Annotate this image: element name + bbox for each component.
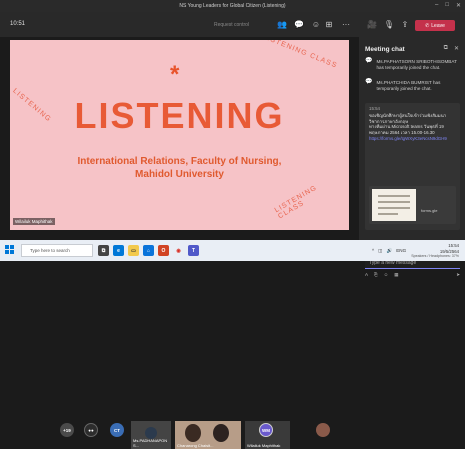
attach-icon[interactable]: ⎘ (374, 272, 378, 277)
participant-avatar-ct[interactable]: CT (110, 423, 124, 437)
window-controls: – □ ✕ (435, 2, 461, 9)
system-message-text: Ms.PHATCHIDA BUMRIST has temporarily joi… (376, 80, 441, 91)
slide-subtitle-line1: International Relations, Faculty of Nurs… (77, 156, 282, 167)
chat-join-icon: 💬 (365, 58, 373, 64)
chat-message-time: 15:54 (369, 106, 380, 111)
compose-toolbar: A ⎘ ☺ ▦ ➤ (365, 272, 460, 278)
reactions-icon[interactable]: ☺ (310, 19, 322, 30)
chat-message: 15:54 ขอเชิญนักศึกษาผู้สนใจเข้าร่วมฟังสั… (365, 103, 460, 230)
participant-name: Wilailuk Maphithak (247, 443, 281, 448)
meeting-toolbar: 10:51 Request control 👥 💬 ☺ ⊞ ··· 🎥 🎙 ⇪ … (0, 12, 465, 37)
slide-heading: LISTENING (74, 95, 285, 136)
chat-controls: ⧉ ✕ (444, 45, 459, 52)
chat-message-link[interactable]: https://forms.gle/tgWXyK3eNcsN9dGH9 (369, 136, 456, 142)
participants-icon[interactable]: 👥 (276, 19, 288, 30)
minimize-icon[interactable]: – (435, 2, 438, 9)
window-titlebar: NS Young Leaders for Global Citizen (Lis… (0, 0, 465, 12)
format-icon[interactable]: A (365, 272, 368, 277)
link-preview-card[interactable]: forms.gle (369, 186, 456, 224)
chrome-icon[interactable]: ◉ (173, 245, 184, 256)
slide-deco-top: LISTENING CLASS (261, 40, 339, 70)
participant-video-face (213, 424, 229, 442)
file-explorer-icon[interactable]: ▭ (128, 245, 139, 256)
audio-device-status: Speakers / Headphones: 37% (411, 254, 459, 258)
participant-avatar[interactable]: ●● (84, 423, 98, 437)
camera-icon[interactable]: 🎥 (366, 19, 378, 30)
slide-subtitle: International Relations, Faculty of Nurs… (10, 155, 349, 181)
clock[interactable]: 15:54 19/5/2564 Speakers / Headphones: 3… (411, 243, 459, 260)
system-tray: ^ ◫ 🔊 ENG (372, 248, 406, 254)
request-control-label[interactable]: Request control (214, 22, 249, 28)
system-message-text: Ms.PAPHATSORN SRIBOTHISOMBAT has tempora… (376, 59, 457, 70)
participant-tile[interactable]: Ms.PADHANAPON S... (131, 421, 171, 449)
microphone-icon[interactable]: 🎙 (383, 19, 395, 30)
asterisk-icon: * (170, 61, 180, 88)
maximize-icon[interactable]: □ (445, 2, 449, 9)
task-view-icon[interactable]: ⧉ (98, 245, 109, 256)
system-message: 💬 Ms.PAPHATSORN SRIBOTHISOMBAT has tempo… (365, 58, 460, 70)
more-actions-icon[interactable]: ··· (340, 19, 352, 30)
volume-icon[interactable]: 🔊 (387, 248, 393, 254)
slide-subtitle-line2: Mahidol University (135, 169, 224, 180)
participant-name: Chanarong Chaisit... (177, 443, 214, 448)
meeting-timer: 10:51 (10, 21, 26, 27)
participant-avatar-photo[interactable] (316, 423, 330, 437)
teams-icon[interactable]: T (188, 245, 199, 256)
edge-icon[interactable]: e (113, 245, 124, 256)
chat-title: Meeting chat (365, 46, 405, 53)
windows-start-icon[interactable] (5, 245, 15, 255)
link-preview-domain: forms.gle (421, 208, 438, 213)
windows-taskbar: Type here to search ⧉ e ▭ ⌂ O ◉ T ^ ◫ 🔊 … (0, 240, 465, 261)
chat-message-line: ขอเชิญนักศึกษาผู้สนใจเข้าร่วมฟังสัมมนาวิ… (369, 112, 447, 124)
overflow-participants-avatar[interactable]: +19 (60, 423, 74, 437)
store-icon[interactable]: ⌂ (143, 245, 154, 256)
network-icon[interactable]: ◫ (378, 248, 382, 254)
participant-avatar-wm: WM (259, 423, 273, 437)
participant-name: Ms.PADHANAPON S... (133, 438, 168, 448)
meeting-chat-panel: Meeting chat ⧉ ✕ 💬 Ms.PAPHATSORN SRIBOTH… (358, 37, 465, 277)
phone-icon: ✆ (425, 22, 430, 29)
chat-icon[interactable]: 💬 (293, 19, 305, 30)
share-screen-icon[interactable]: ⇪ (399, 19, 411, 30)
language-indicator[interactable]: ENG (396, 248, 406, 254)
office-icon[interactable]: O (158, 245, 169, 256)
participant-strip: +19 ●● CT Ms.PADHANAPON S... Chanarong C… (0, 210, 358, 449)
window-title: NS Young Leaders for Global Citizen (Lis… (179, 3, 286, 9)
popout-icon[interactable]: ⧉ (444, 45, 448, 52)
shared-slide: LISTENING CLASS LISTENING LISTENING CLAS… (10, 40, 349, 230)
taskbar-search-input[interactable]: Type here to search (21, 244, 93, 257)
chevron-up-icon[interactable]: ^ (372, 248, 374, 254)
emoji-icon[interactable]: ☺ (384, 272, 389, 277)
close-chat-icon[interactable]: ✕ (454, 45, 459, 52)
leave-label: Leave (431, 22, 445, 29)
rooms-icon[interactable]: ⊞ (323, 19, 335, 30)
system-message: 💬 Ms.PHATCHIDA BUMRIST has temporarily j… (365, 79, 460, 91)
chat-join-icon: 💬 (365, 79, 373, 85)
participant-video-tile[interactable]: Chanarong Chaisit... (175, 421, 241, 449)
send-icon[interactable]: ➤ (456, 272, 460, 278)
gif-icon[interactable]: ▦ (394, 272, 398, 278)
link-preview-image (372, 189, 416, 221)
leave-button[interactable]: ✆ Leave (415, 20, 455, 31)
participant-video-face (185, 424, 201, 442)
close-icon[interactable]: ✕ (456, 2, 461, 9)
participant-tile-wm[interactable]: WM Wilailuk Maphithak (245, 421, 290, 449)
